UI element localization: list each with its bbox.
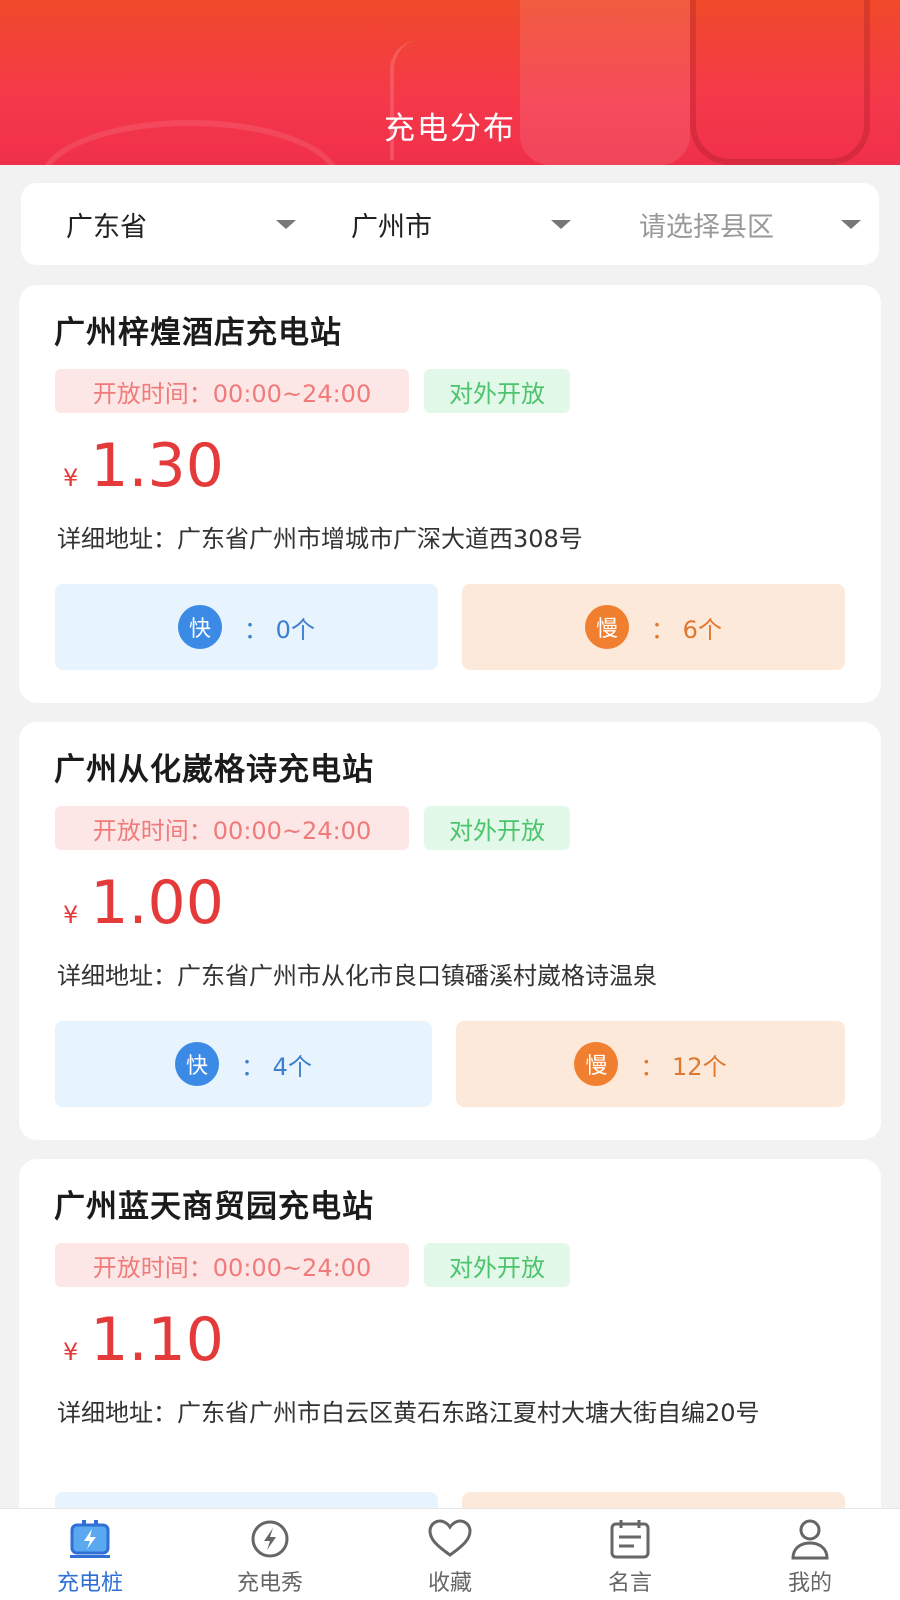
fast-badge-icon: 快 <box>175 1042 220 1086</box>
caret-down-icon <box>841 219 861 229</box>
header-banner: 充电分布 <box>0 0 900 165</box>
slow-charger-count: 慢 ： 12个 <box>456 1021 845 1107</box>
station-address: 详细地址：广东省广州市白云区黄石东路江夏村大塘大街自编20号 <box>57 1399 760 1427</box>
station-card[interactable]: 广州从化崴格诗充电站 开放时间：00:00~24:00 对外开放 ¥ 1.00 … <box>19 722 881 1140</box>
fast-charger-count: 快 ： 0个 <box>55 584 438 670</box>
price: ¥ 1.30 <box>63 431 224 501</box>
lightning-icon <box>251 1520 289 1558</box>
hours-tag: 开放时间：00:00~24:00 <box>55 369 409 413</box>
currency-symbol: ¥ <box>63 901 79 929</box>
fast-count-text: ： 0个 <box>244 615 315 644</box>
fast-badge-icon: 快 <box>178 605 223 649</box>
district-placeholder: 请选择县区 <box>639 211 774 243</box>
currency-symbol: ¥ <box>63 464 79 492</box>
region-filter-bar: 广东省 广州市 请选择县区 <box>21 183 879 265</box>
nav-label: 收藏 <box>427 1571 472 1596</box>
fast-charger-count: 快 ： 4个 <box>55 1021 432 1107</box>
currency-symbol: ¥ <box>63 1338 79 1366</box>
charging-pile-icon <box>70 1520 110 1558</box>
station-name: 广州梓煌酒店充电站 <box>54 315 342 351</box>
hours-tag: 开放时间：00:00~24:00 <box>55 1243 409 1287</box>
station-address: 详细地址：广东省广州市从化市良口镇磻溪村崴格诗温泉 <box>57 962 657 990</box>
price: ¥ 1.00 <box>63 868 224 938</box>
hours-tag: 开放时间：00:00~24:00 <box>55 806 409 850</box>
price: ¥ 1.10 <box>63 1305 224 1375</box>
open-status-tag: 对外开放 <box>424 806 570 850</box>
city-select[interactable]: 广州市 <box>351 183 571 265</box>
price-value: 1.30 <box>90 431 224 501</box>
page-title: 充电分布 <box>384 111 516 147</box>
caret-down-icon <box>276 219 296 229</box>
slow-badge-icon: 慢 <box>585 605 630 649</box>
district-select[interactable]: 请选择县区 <box>639 183 861 265</box>
nav-label: 充电桩 <box>56 1571 123 1596</box>
station-name: 广州从化崴格诗充电站 <box>54 752 374 788</box>
slow-count-text: ： 6个 <box>651 615 722 644</box>
province-value: 广东省 <box>66 211 147 243</box>
nav-charging-pile[interactable]: 充电桩 <box>0 1509 180 1600</box>
nav-charging-show[interactable]: 充电秀 <box>180 1509 360 1600</box>
nav-label: 充电秀 <box>236 1571 303 1596</box>
bottom-nav: 充电桩 充电秀 收藏 名言 我的 <box>0 1508 900 1600</box>
nav-quotes[interactable]: 名言 <box>540 1509 720 1600</box>
station-card[interactable]: 广州梓煌酒店充电站 开放时间：00:00~24:00 对外开放 ¥ 1.30 详… <box>19 285 881 703</box>
open-status-tag: 对外开放 <box>424 369 570 413</box>
slow-badge-icon: 慢 <box>574 1042 619 1086</box>
nav-label: 我的 <box>787 1571 832 1596</box>
calendar-icon <box>610 1520 650 1559</box>
nav-label: 名言 <box>607 1571 652 1596</box>
station-address: 详细地址：广东省广州市增城市广深大道西308号 <box>57 525 583 553</box>
slow-count-text: ： 12个 <box>640 1052 727 1081</box>
price-value: 1.00 <box>90 868 224 938</box>
nav-favorites[interactable]: 收藏 <box>360 1509 540 1600</box>
open-status-tag: 对外开放 <box>424 1243 570 1287</box>
heart-icon <box>428 1519 472 1557</box>
nav-profile[interactable]: 我的 <box>720 1509 900 1600</box>
slow-charger-count: 慢 ： 6个 <box>462 584 845 670</box>
caret-down-icon <box>551 219 571 229</box>
fast-count-text: ： 4个 <box>241 1052 312 1081</box>
station-card[interactable]: 广州蓝天商贸园充电站 开放时间：00:00~24:00 对外开放 ¥ 1.10 … <box>19 1159 881 1578</box>
station-name: 广州蓝天商贸园充电站 <box>54 1189 374 1225</box>
city-value: 广州市 <box>351 211 432 243</box>
user-icon <box>791 1519 829 1560</box>
province-select[interactable]: 广东省 <box>66 183 296 265</box>
price-value: 1.10 <box>90 1305 224 1375</box>
